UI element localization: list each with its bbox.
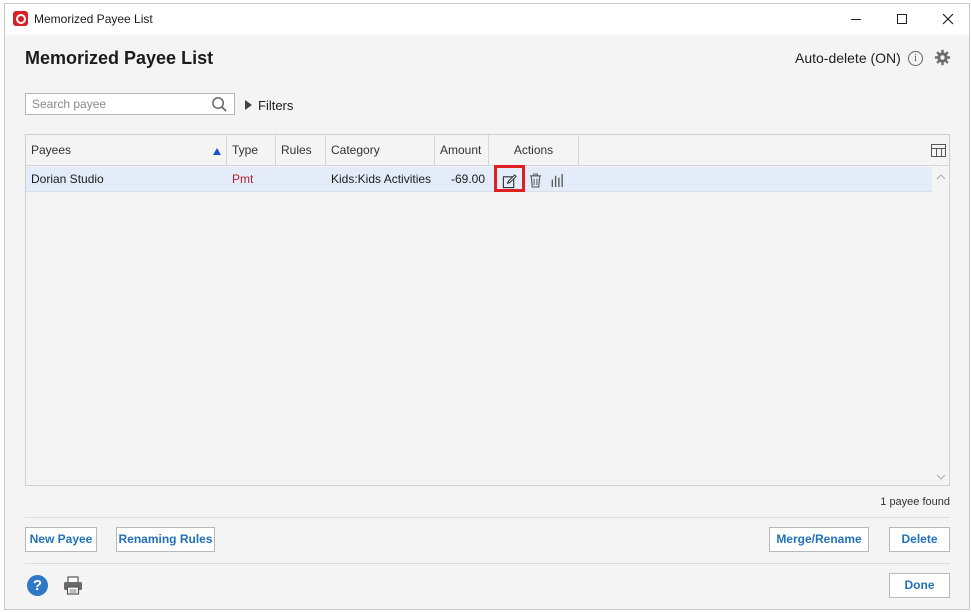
column-header-rules[interactable]: Rules <box>276 135 326 166</box>
gear-icon[interactable] <box>934 49 951 66</box>
cell-payee: Dorian Studio <box>31 172 104 186</box>
close-button[interactable] <box>925 4 971 35</box>
cell-category: Kids:Kids Activities <box>331 172 432 186</box>
info-icon[interactable]: i <box>908 51 923 66</box>
auto-delete-status: Auto-delete (ON) <box>795 50 901 66</box>
search-icon[interactable] <box>211 96 228 113</box>
filters-toggle[interactable]: Filters <box>245 98 293 113</box>
filters-label: Filters <box>258 98 294 113</box>
column-header-amount[interactable]: Amount <box>435 135 489 166</box>
column-header-actions: Actions <box>489 135 579 166</box>
divider <box>25 563 950 564</box>
cell-rules <box>276 167 326 192</box>
minimize-icon <box>851 19 861 20</box>
divider <box>25 517 950 518</box>
renaming-rules-button[interactable]: Renaming Rules <box>116 527 215 552</box>
scroll-down-icon[interactable] <box>936 472 946 482</box>
table-row[interactable]: Dorian Studio Pmt Kids:Kids Activities -… <box>26 167 932 192</box>
payee-count: 1 payee found <box>880 496 950 508</box>
column-chooser-icon[interactable] <box>931 144 946 157</box>
column-header-type[interactable]: Type <box>227 135 276 166</box>
column-header-category[interactable]: Category <box>326 135 435 166</box>
merge-rename-button[interactable]: Merge/Rename <box>769 527 869 552</box>
maximize-button[interactable] <box>879 4 925 35</box>
cell-amount: -69.00 <box>450 172 485 186</box>
quicken-logo-icon <box>13 11 28 26</box>
delete-button[interactable]: Delete <box>889 527 950 552</box>
expand-triangle-icon <box>245 100 252 110</box>
done-button[interactable]: Done <box>889 573 950 598</box>
memorized-payee-window: Memorized Payee List Memorized Payee Lis… <box>4 3 970 610</box>
report-icon[interactable] <box>550 173 564 188</box>
maximize-icon <box>897 14 907 24</box>
search-box <box>25 93 235 115</box>
window-title: Memorized Payee List <box>34 12 153 26</box>
page-title: Memorized Payee List <box>25 48 214 68</box>
payee-table: Payees Type Rules Category Amount Action… <box>25 134 950 486</box>
cell-type: Pmt <box>232 172 254 186</box>
printer-icon[interactable] <box>63 576 83 595</box>
title-bar: Memorized Payee List <box>5 4 969 35</box>
minimize-button[interactable] <box>833 4 879 35</box>
trash-icon[interactable] <box>529 173 542 188</box>
help-icon[interactable]: ? <box>27 575 48 596</box>
table-header: Payees Type Rules Category Amount Action… <box>26 135 949 166</box>
sort-ascending-icon <box>213 148 221 155</box>
search-input[interactable] <box>26 94 206 114</box>
new-payee-button[interactable]: New Payee <box>25 527 97 552</box>
scroll-up-icon[interactable] <box>936 172 946 182</box>
column-header-payees[interactable]: Payees <box>26 135 227 166</box>
edit-action-highlight <box>494 165 525 192</box>
close-icon <box>942 13 954 25</box>
